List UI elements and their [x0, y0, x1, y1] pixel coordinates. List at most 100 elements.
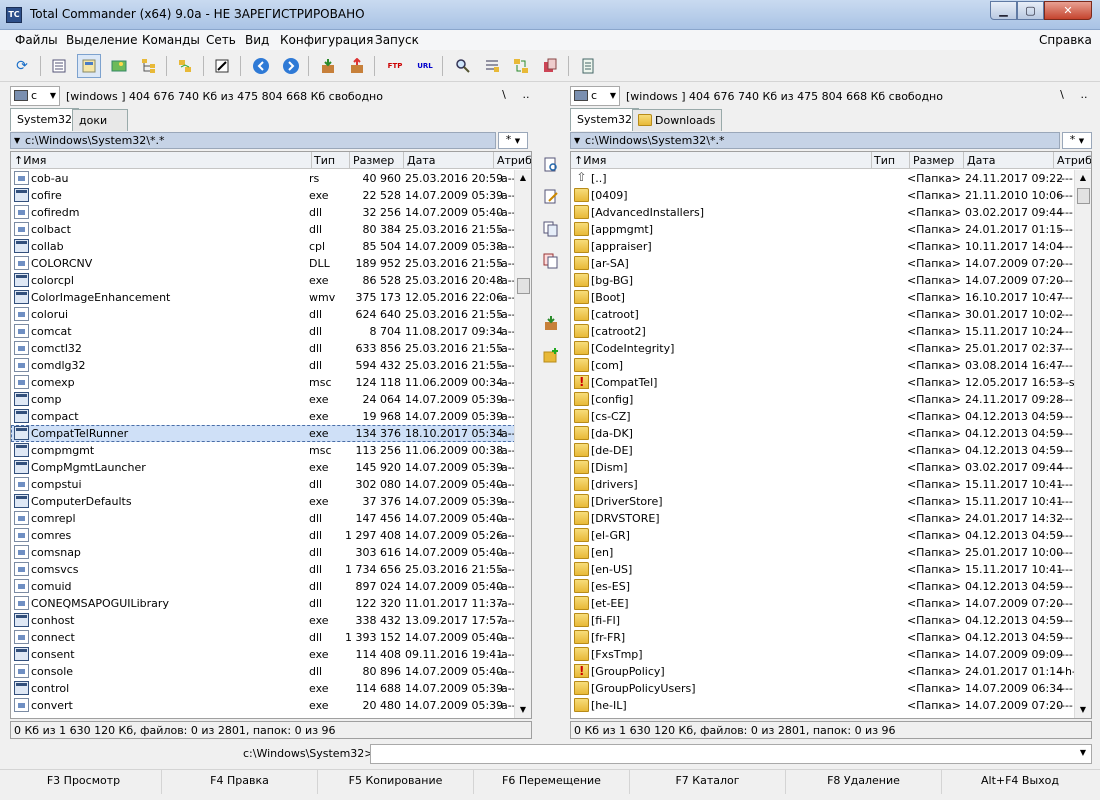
file-row[interactable]: CONEQMSAPOGUILibrary dll 122 320 11.01.2017…	[11, 595, 531, 612]
file-row[interactable]: cofiredm dll 32 256 14.07.2009 05:40 -a--	[11, 204, 531, 221]
f6-move-button[interactable]: F6 Перемещение	[474, 770, 630, 794]
scroll-down-icon[interactable]: ▼	[1075, 702, 1091, 718]
sort-date-header[interactable]: Дата	[967, 154, 995, 167]
copy-icon[interactable]	[543, 221, 559, 237]
sort-name-header[interactable]: ↑Имя	[574, 154, 606, 167]
sort-type-header[interactable]: Тип	[314, 154, 335, 167]
file-row[interactable]: comp exe 24 064 14.07.2009 05:39 -a--	[11, 391, 531, 408]
sort-size-header[interactable]: Размер	[353, 154, 394, 167]
file-row[interactable]: consent exe 114 408 09.11.2016 19:41 -a--	[11, 646, 531, 663]
folder-row[interactable]: [DRVSTORE] <Папка> 24.01.2017 14:32 ----	[571, 510, 1091, 527]
right-scroll-thumb[interactable]	[1077, 188, 1090, 204]
file-row[interactable]: COLORCNV DLL 189 952 25.03.2016 21:55 -a--	[11, 255, 531, 272]
file-row[interactable]: comsnap dll 303 616 14.07.2009 05:40 -a--	[11, 544, 531, 561]
search-icon[interactable]	[451, 54, 475, 78]
file-row[interactable]: control exe 114 688 14.07.2009 05:39 -a--	[11, 680, 531, 697]
file-row[interactable]: connect dll 1 393 152 14.07.2009 05:40 -a--	[11, 629, 531, 646]
left-scroll-thumb[interactable]	[517, 278, 530, 294]
sync-dirs-icon[interactable]	[509, 54, 533, 78]
multi-rename-icon[interactable]	[480, 54, 504, 78]
file-row[interactable]: comcat dll 8 704 11.08.2017 09:34 -a--	[11, 323, 531, 340]
folder-row[interactable]: [catroot] <Папка> 30.01.2017 10:02 ----	[571, 306, 1091, 323]
folder-row[interactable]: [Dism] <Папка> 03.02.2017 09:44 ----	[571, 459, 1091, 476]
refresh-icon[interactable]: ⟳	[10, 54, 34, 78]
pack-icon[interactable]	[316, 54, 340, 78]
folder-row[interactable]: [Boot] <Папка> 16.10.2017 10:47 ----	[571, 289, 1091, 306]
menu-configuration[interactable]: Конфигурация	[280, 33, 373, 47]
f8-delete-button[interactable]: F8 Удаление	[786, 770, 942, 794]
file-row[interactable]: colorcpl exe 86 528 25.03.2016 20:48 -a--	[11, 272, 531, 289]
left-scrollbar[interactable]: ▲ ▼	[514, 170, 531, 718]
file-row[interactable]: convert exe 20 480 14.07.2009 05:39 -a--	[11, 697, 531, 714]
left-filter-button[interactable]: * ▼	[498, 132, 528, 149]
forward-icon[interactable]	[279, 54, 303, 78]
file-row[interactable]: CompMgmtLauncher exe 145 920 14.07.2009 05:…	[11, 459, 531, 476]
folder-row[interactable]: [en] <Папка> 25.01.2017 10:00 ----	[571, 544, 1091, 561]
sort-size-header[interactable]: Размер	[913, 154, 954, 167]
right-scrollbar[interactable]: ▲ ▼	[1074, 170, 1091, 718]
folder-row[interactable]: [0409] <Папка> 21.11.2010 10:06 ----	[571, 187, 1091, 204]
folder-row[interactable]: [GroupPolicy]<Папка>24.01.2017 01:14--h-	[571, 663, 1091, 680]
folder-row[interactable]: [da-DK] <Папка> 04.12.2013 04:59 ----	[571, 425, 1091, 442]
url-connect-icon[interactable]: URL	[413, 54, 437, 78]
right-file-panel[interactable]: ↑Имя Тип Размер Дата Атриб ⇧ [..] <Папка> 2…	[570, 151, 1092, 719]
file-row[interactable]: comres dll 1 297 408 14.07.2009 05:26 -a--	[11, 527, 531, 544]
left-file-panel[interactable]: ↑Имя Тип Размер Дата Атриб cob-au rs 40 96…	[10, 151, 532, 719]
f3-view-button[interactable]: F3 Просмотр	[6, 770, 162, 794]
right-root-button[interactable]: \	[1052, 88, 1072, 101]
tree-view-icon[interactable]	[137, 54, 161, 78]
quick-view-icon[interactable]	[543, 157, 559, 173]
menu-network[interactable]: Сеть	[206, 33, 236, 47]
tab-left-docs[interactable]: доки	[72, 109, 128, 131]
right-path-bar[interactable]: ▼ c:\Windows\System32\*.*	[570, 132, 1060, 149]
f7-mkdir-button[interactable]: F7 Каталог	[630, 770, 786, 794]
altf4-exit-button[interactable]: Alt+F4 Выход	[942, 770, 1098, 794]
move-icon[interactable]	[543, 253, 559, 269]
menu-files[interactable]: Файлы	[15, 33, 58, 47]
unpack-icon[interactable]	[345, 54, 369, 78]
menu-selection[interactable]: Выделение	[66, 33, 137, 47]
file-row[interactable]: ComputerDefaults exe 37 376 14.07.2009 05:3…	[11, 493, 531, 510]
invert-selection-icon[interactable]	[173, 54, 197, 78]
sort-type-header[interactable]: Тип	[874, 154, 895, 167]
folder-row[interactable]: [he-IL] <Папка> 14.07.2009 07:20 ----	[571, 697, 1091, 714]
file-row[interactable]: console dll 80 896 14.07.2009 05:40 -a--	[11, 663, 531, 680]
menu-start[interactable]: Запуск	[375, 33, 419, 47]
folder-row[interactable]: [bg-BG] <Папка> 14.07.2009 07:20 ----	[571, 272, 1091, 289]
folder-row[interactable]: [es-ES] <Папка> 04.12.2013 04:59 ----	[571, 578, 1091, 595]
folder-row[interactable]: [fi-FI] <Папка> 04.12.2013 04:59 ----	[571, 612, 1091, 629]
tab-right-system32[interactable]: System32	[570, 108, 640, 131]
file-row[interactable]: compstui dll 302 080 14.07.2009 05:40 -a--	[11, 476, 531, 493]
file-row[interactable]: comdlg32 dll 594 432 25.03.2016 21:55 -a--	[11, 357, 531, 374]
maximize-button[interactable]: ▢	[1017, 1, 1044, 20]
menu-help[interactable]: Справка	[1039, 33, 1092, 47]
folder-row[interactable]: [el-GR] <Папка> 04.12.2013 04:59 ----	[571, 527, 1091, 544]
scroll-up-icon[interactable]: ▲	[515, 170, 531, 186]
sort-attr-header[interactable]: Атриб	[1057, 154, 1091, 167]
menu-view[interactable]: Вид	[245, 33, 269, 47]
file-row[interactable]: comuid dll 897 024 14.07.2009 05:40 -a--	[11, 578, 531, 595]
folder-row[interactable]: [AdvancedInstallers] <Папка> 03.02.2017 09…	[571, 204, 1091, 221]
file-row[interactable]: cob-au rs 40 960 25.03.2016 20:59 -a--	[11, 170, 531, 187]
new-folder-icon[interactable]	[543, 347, 559, 363]
folder-row[interactable]: [FxsTmp] <Папка> 14.07.2009 09:09 ----	[571, 646, 1091, 663]
folder-row[interactable]: [appraiser] <Папка> 10.11.2017 14:04 ----	[571, 238, 1091, 255]
folder-row[interactable]: [et-EE] <Папка> 14.07.2009 07:20 ----	[571, 595, 1091, 612]
tab-left-system32[interactable]: System32	[10, 108, 80, 131]
left-root-button[interactable]: \	[494, 88, 514, 101]
tab-right-downloads[interactable]: Downloads	[632, 109, 723, 131]
brief-view-icon[interactable]	[47, 54, 71, 78]
file-row[interactable]: comsvcs dll 1 734 656 25.03.2016 21:55 -a--	[11, 561, 531, 578]
file-row[interactable]: compact exe 19 968 14.07.2009 05:39 -a--	[11, 408, 531, 425]
right-filter-button[interactable]: * ▼	[1062, 132, 1092, 149]
file-row[interactable]: colbact dll 80 384 25.03.2016 21:55 -a--	[11, 221, 531, 238]
file-row[interactable]: ColorImageEnhancement wmv 375 173 12.05.201…	[11, 289, 531, 306]
f4-edit-button[interactable]: F4 Правка	[162, 770, 318, 794]
edit-icon[interactable]	[543, 189, 559, 205]
menu-commands[interactable]: Команды	[142, 33, 200, 47]
unpack-icon[interactable]	[543, 315, 559, 331]
left-up-button[interactable]: ..	[516, 88, 536, 101]
file-row[interactable]: compmgmt msc 113 256 11.06.2009 00:38 -a--	[11, 442, 531, 459]
left-drive-select[interactable]: c ▼	[10, 86, 60, 106]
copy-icon[interactable]	[538, 54, 562, 78]
